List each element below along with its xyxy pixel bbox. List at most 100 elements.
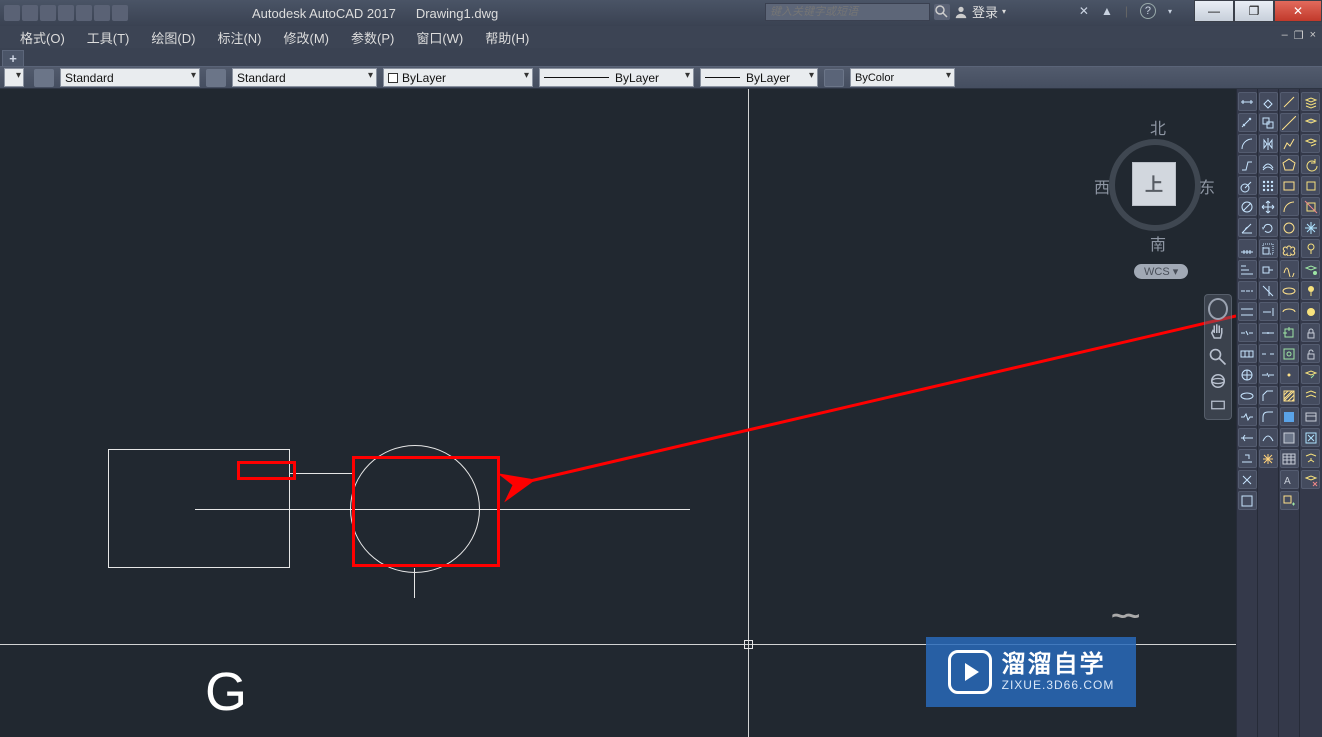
quick-dimension-icon[interactable] (1238, 239, 1257, 258)
join-icon[interactable] (1259, 365, 1278, 384)
nav-wheel-button[interactable] (1208, 299, 1228, 319)
text-style-icon[interactable] (34, 69, 54, 87)
erase-icon[interactable] (1259, 92, 1278, 111)
offset-icon[interactable] (1259, 155, 1278, 174)
app-icon[interactable]: ▲ (1101, 4, 1113, 18)
fillet-icon[interactable] (1259, 407, 1278, 426)
model-space[interactable]: G 上 北 南 东 西 WCS ▾ ~ (0, 89, 1236, 737)
dimtedit-icon[interactable] (1238, 449, 1257, 468)
nav-zoom-button[interactable] (1208, 347, 1228, 367)
radius-dimension-icon[interactable] (1238, 176, 1257, 195)
close-button[interactable]: ✕ (1274, 0, 1322, 22)
xline-icon[interactable] (1280, 113, 1299, 132)
polyline-icon[interactable] (1280, 134, 1299, 153)
qat-icon[interactable] (112, 5, 128, 21)
compass-west[interactable]: 西 (1094, 174, 1110, 198)
dimstyle-icon[interactable] (1238, 491, 1257, 510)
linear-dimension-icon[interactable] (1238, 92, 1257, 111)
layer-unlock-icon[interactable] (1301, 344, 1320, 363)
viewcube[interactable]: 上 北 南 东 西 WCS ▾ (1094, 99, 1224, 279)
dim-style-select[interactable]: Standard (232, 68, 377, 87)
qat-icon[interactable] (40, 5, 56, 21)
qat-icon[interactable] (4, 5, 20, 21)
copy-icon[interactable] (1259, 113, 1278, 132)
layer-dropdown-small[interactable] (4, 68, 24, 87)
compass-north[interactable]: 北 (1150, 115, 1166, 139)
help-icon[interactable]: ? (1140, 3, 1156, 19)
centermark-icon[interactable] (1238, 365, 1257, 384)
arc-dimension-icon[interactable] (1238, 134, 1257, 153)
layer-merge-icon[interactable] (1301, 449, 1320, 468)
compass-south[interactable]: 南 (1150, 231, 1166, 255)
qat-icon[interactable] (22, 5, 38, 21)
layer-off-icon[interactable] (1301, 239, 1320, 258)
layer-on-icon[interactable] (1301, 281, 1320, 300)
layer-isolate-icon[interactable] (1301, 176, 1320, 195)
stretch-icon[interactable] (1259, 260, 1278, 279)
continue-dimension-icon[interactable] (1238, 281, 1257, 300)
polygon-icon[interactable] (1280, 155, 1299, 174)
region-icon[interactable] (1280, 428, 1299, 447)
layer-lock-icon[interactable] (1301, 323, 1320, 342)
menu-tools[interactable]: 工具(T) (87, 28, 130, 47)
sign-in-button[interactable]: 登录 ▾ (954, 2, 1006, 21)
make-block-icon[interactable] (1280, 344, 1299, 363)
compass-east[interactable]: 东 (1199, 174, 1215, 198)
break-icon[interactable] (1259, 344, 1278, 363)
insert-block-icon[interactable] (1280, 323, 1299, 342)
layer-delete-icon[interactable] (1301, 470, 1320, 489)
inspect-icon[interactable] (1238, 386, 1257, 405)
lineweight-icon[interactable] (824, 69, 844, 87)
entity-line[interactable] (414, 568, 415, 598)
revcloud-icon[interactable] (1280, 239, 1299, 258)
layer-walk-icon[interactable] (1301, 407, 1320, 426)
nav-showmotion-button[interactable] (1208, 395, 1228, 415)
search-icon[interactable] (934, 4, 950, 20)
spline-icon[interactable] (1280, 260, 1299, 279)
mirror-icon[interactable] (1259, 134, 1278, 153)
hatch-icon[interactable] (1280, 386, 1299, 405)
menu-dimension[interactable]: 标注(N) (217, 28, 261, 47)
mtext-icon[interactable]: A (1280, 470, 1299, 489)
angular-dimension-icon[interactable] (1238, 218, 1257, 237)
dimedit-icon[interactable] (1238, 428, 1257, 447)
menu-modify[interactable]: 修改(M) (283, 28, 329, 47)
search-input[interactable] (765, 3, 930, 21)
blend-icon[interactable] (1259, 428, 1278, 447)
copy-to-layer-icon[interactable] (1301, 386, 1320, 405)
circle-icon[interactable] (1280, 218, 1299, 237)
doc-close[interactable]: × (1310, 29, 1316, 42)
viewcube-face-top[interactable]: 上 (1132, 162, 1176, 206)
layer-freeze-icon[interactable] (1301, 218, 1320, 237)
layer-previous-icon[interactable] (1301, 155, 1320, 174)
entity-text-g[interactable]: G (205, 661, 247, 723)
line-icon[interactable] (1280, 92, 1299, 111)
entity-line[interactable] (290, 473, 352, 474)
qat-icon[interactable] (58, 5, 74, 21)
trim-icon[interactable] (1259, 281, 1278, 300)
new-tab-button[interactable]: + (2, 50, 24, 66)
linetype-select[interactable]: ByLayer (539, 68, 694, 87)
array-icon[interactable] (1259, 176, 1278, 195)
color-select[interactable]: ByLayer (383, 68, 533, 87)
nav-orbit-button[interactable] (1208, 371, 1228, 391)
ellipse-arc-icon[interactable] (1280, 302, 1299, 321)
layer-unisolate-icon[interactable] (1301, 197, 1320, 216)
change-to-current-layer-icon[interactable] (1301, 365, 1320, 384)
menu-window[interactable]: 窗口(W) (416, 28, 463, 47)
layer-thaw-icon[interactable] (1301, 302, 1320, 321)
tolerance-icon[interactable] (1238, 344, 1257, 363)
qat-icon[interactable] (94, 5, 110, 21)
break-at-point-icon[interactable] (1259, 323, 1278, 342)
vp-freeze-icon[interactable] (1301, 428, 1320, 447)
lineweight-select[interactable]: ByLayer (700, 68, 818, 87)
layer-properties-icon[interactable] (1301, 92, 1320, 111)
minimize-button[interactable]: — (1194, 0, 1234, 22)
doc-maximize[interactable]: ❐ (1294, 29, 1304, 42)
chamfer-icon[interactable] (1259, 386, 1278, 405)
maximize-button[interactable]: ❐ (1234, 0, 1274, 22)
layer-make-current-icon[interactable] (1301, 260, 1320, 279)
ellipse-icon[interactable] (1280, 281, 1299, 300)
table-icon[interactable] (1280, 449, 1299, 468)
scale-icon[interactable] (1259, 239, 1278, 258)
